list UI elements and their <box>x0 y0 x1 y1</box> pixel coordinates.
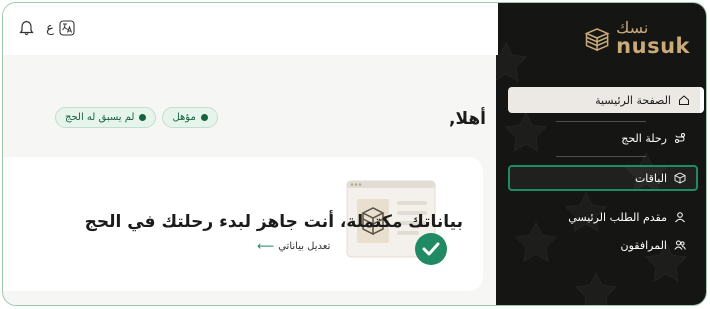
nav-divider <box>556 121 646 122</box>
first-hajj-badge: لم يسبق له الحج <box>55 107 157 128</box>
profile-status-card: بياناتك مكتملة، أنت جاهز لبدء رحلتك في ا… <box>3 157 483 291</box>
language-toggle[interactable]: ع <box>42 20 58 36</box>
sidebar-item-label: المرافقون <box>620 238 667 252</box>
sidebar: نسك nusuk الصفحة الرئيسية رحلة الحج البا… <box>496 3 706 305</box>
kaaba-logo-icon <box>584 28 610 52</box>
top-bar: ع <box>3 3 498 55</box>
sidebar-item-home[interactable]: الصفحة الرئيسية <box>508 87 704 113</box>
app-window: نسك nusuk الصفحة الرئيسية رحلة الحج البا… <box>2 2 707 306</box>
greeting-heading: أهلا, <box>449 109 486 129</box>
translate-icon[interactable] <box>59 20 75 36</box>
sidebar-item-main-applicant[interactable]: مقدم الطلب الرئيسي <box>568 204 696 230</box>
sidebar-item-label: رحلة الحج <box>621 131 667 145</box>
card-title: بياناتك مكتملة، أنت جاهز لبدء رحلتك في ا… <box>84 212 463 232</box>
journey-icon <box>673 132 686 145</box>
user-icon <box>673 211 686 224</box>
package-icon <box>673 172 686 185</box>
users-icon <box>673 239 686 252</box>
status-dot-icon <box>139 114 147 121</box>
badge-label: لم يسبق له الحج <box>65 112 135 123</box>
arrow-left-icon: ⟵ <box>257 239 275 253</box>
sidebar-item-label: الباقات <box>634 171 667 185</box>
sidebar-item-label: الصفحة الرئيسية <box>595 93 671 107</box>
edit-my-data-link[interactable]: تعديل بياناتي ⟵ <box>257 239 330 253</box>
sidebar-item-packages[interactable]: الباقات <box>508 165 698 191</box>
main-content: أهلا, مؤهل لم يسبق له الحج بياناتك مكتمل… <box>3 55 498 305</box>
badge-label: مؤهل <box>172 112 196 123</box>
sidebar-item-label: مقدم الطلب الرئيسي <box>568 210 667 224</box>
bell-icon[interactable] <box>18 20 34 36</box>
nav-divider <box>556 156 646 157</box>
sidebar-item-companions[interactable]: المرافقون <box>621 232 696 258</box>
sidebar-item-hajj-journey[interactable]: رحلة الحج <box>621 125 696 151</box>
status-badges: مؤهل لم يسبق له الحج <box>55 107 218 128</box>
edit-link-label: تعديل بياناتي <box>278 240 331 252</box>
status-dot-icon <box>200 114 208 121</box>
home-icon <box>677 94 690 107</box>
eligible-badge: مؤهل <box>162 107 218 128</box>
check-circle-icon <box>415 233 447 265</box>
logo-latin-text: nusuk <box>616 33 690 58</box>
nusuk-logo[interactable]: نسك nusuk <box>582 15 690 61</box>
